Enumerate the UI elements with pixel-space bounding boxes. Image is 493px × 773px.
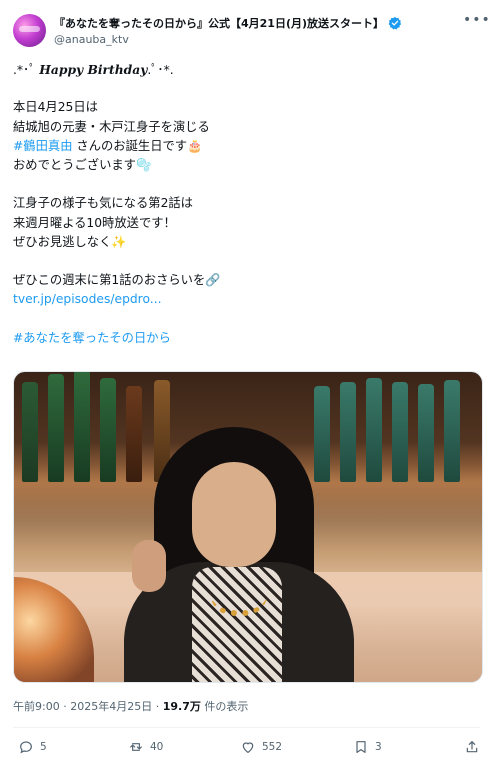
reply-button[interactable]: 5	[18, 739, 47, 755]
bottle	[444, 380, 460, 482]
divider	[13, 727, 480, 728]
share-icon	[466, 741, 478, 753]
repost-button[interactable]: 40	[128, 739, 163, 755]
like-count: 552	[262, 741, 283, 753]
greeting-prefix: .*･ﾟ	[13, 63, 40, 77]
bookmark-button[interactable]: 3	[353, 739, 382, 755]
bottle	[22, 382, 38, 482]
bottle	[340, 382, 356, 482]
share-button[interactable]	[464, 739, 480, 755]
hashtag-actor[interactable]: #鶴田真由	[13, 139, 73, 153]
text-line-role: 結城旭の元妻・木戸江身子を演じる	[13, 119, 210, 134]
tweet-meta: 午前9:00 · 2025年4月25日 · 19.7万 件の表示	[13, 698, 248, 714]
avatar[interactable]	[13, 14, 46, 47]
text-line-recap: ぜひこの週末に第1話のおさらいを🔗	[13, 273, 221, 288]
text-line-congrats: おめでとうございます🫧	[13, 157, 152, 172]
like-icon	[242, 742, 254, 753]
bottle	[48, 374, 64, 482]
reply-icon	[20, 741, 32, 754]
bottle	[314, 386, 330, 482]
bookmark-count: 3	[375, 741, 382, 753]
person-face	[192, 462, 276, 567]
views-label-text: 件の表示	[204, 700, 249, 713]
bottle	[126, 386, 142, 482]
like-button[interactable]: 552	[240, 739, 282, 755]
bottle	[74, 372, 90, 482]
action-bar: 5 40 552 3	[18, 739, 482, 761]
bottle	[392, 382, 408, 482]
greeting-suffix: .ﾟ･*.	[147, 63, 174, 77]
tweet-time[interactable]: 午前9:00	[13, 700, 60, 713]
greeting-line: .*･ﾟ Happy Birthday.ﾟ･*.	[13, 60, 481, 79]
text-line-date: 本日4月25日は	[13, 100, 98, 115]
person-hand	[132, 540, 166, 592]
verified-badge-icon	[388, 16, 402, 30]
tver-link[interactable]: tver.jp/episodes/epdro...	[13, 290, 481, 309]
text-line-ep2: 江身子の様子も気になる第2話は	[13, 196, 193, 211]
greeting: Happy Birthday	[39, 62, 148, 77]
more-icon[interactable]: •••	[463, 12, 490, 32]
tweet-date[interactable]: 2025年4月25日	[70, 700, 152, 713]
handle[interactable]: @anauba_ktv	[54, 33, 129, 46]
view-count: 19.7万	[162, 700, 201, 713]
bottle	[366, 378, 382, 482]
hashtag-show[interactable]: #あなたを奪ったその日から	[13, 329, 481, 348]
bottle	[418, 384, 434, 482]
repost-count: 40	[150, 741, 164, 753]
bookmark-icon	[356, 741, 366, 753]
tweet-text: .*･ﾟ Happy Birthday.ﾟ･*. 本日4月25日は 結城旭の元妻…	[13, 60, 481, 348]
tweet-header: 『あなたを奪ったその日から』公式【4月21日(月)放送スタート】 @anauba…	[13, 12, 490, 52]
meta-separator: ·	[155, 700, 163, 713]
bottle	[100, 378, 116, 482]
text-line-birthday: #鶴田真由 さんのお誕生日です🎂	[13, 137, 481, 156]
display-name[interactable]: 『あなたを奪ったその日から』公式【4月21日(月)放送スタート】	[54, 15, 384, 31]
text-line-dontmiss: ぜひお見逃しなく✨	[13, 234, 127, 249]
tweet-photo[interactable]	[13, 371, 483, 683]
author-name-row[interactable]: 『あなたを奪ったその日から』公式【4月21日(月)放送スタート】	[54, 15, 402, 31]
text-line-air: 来週月曜よる10時放送です！	[13, 215, 176, 230]
birthday-text: さんのお誕生日です🎂	[72, 138, 203, 153]
reply-count: 5	[40, 741, 47, 753]
repost-icon	[130, 743, 142, 751]
person-blouse	[192, 567, 282, 682]
